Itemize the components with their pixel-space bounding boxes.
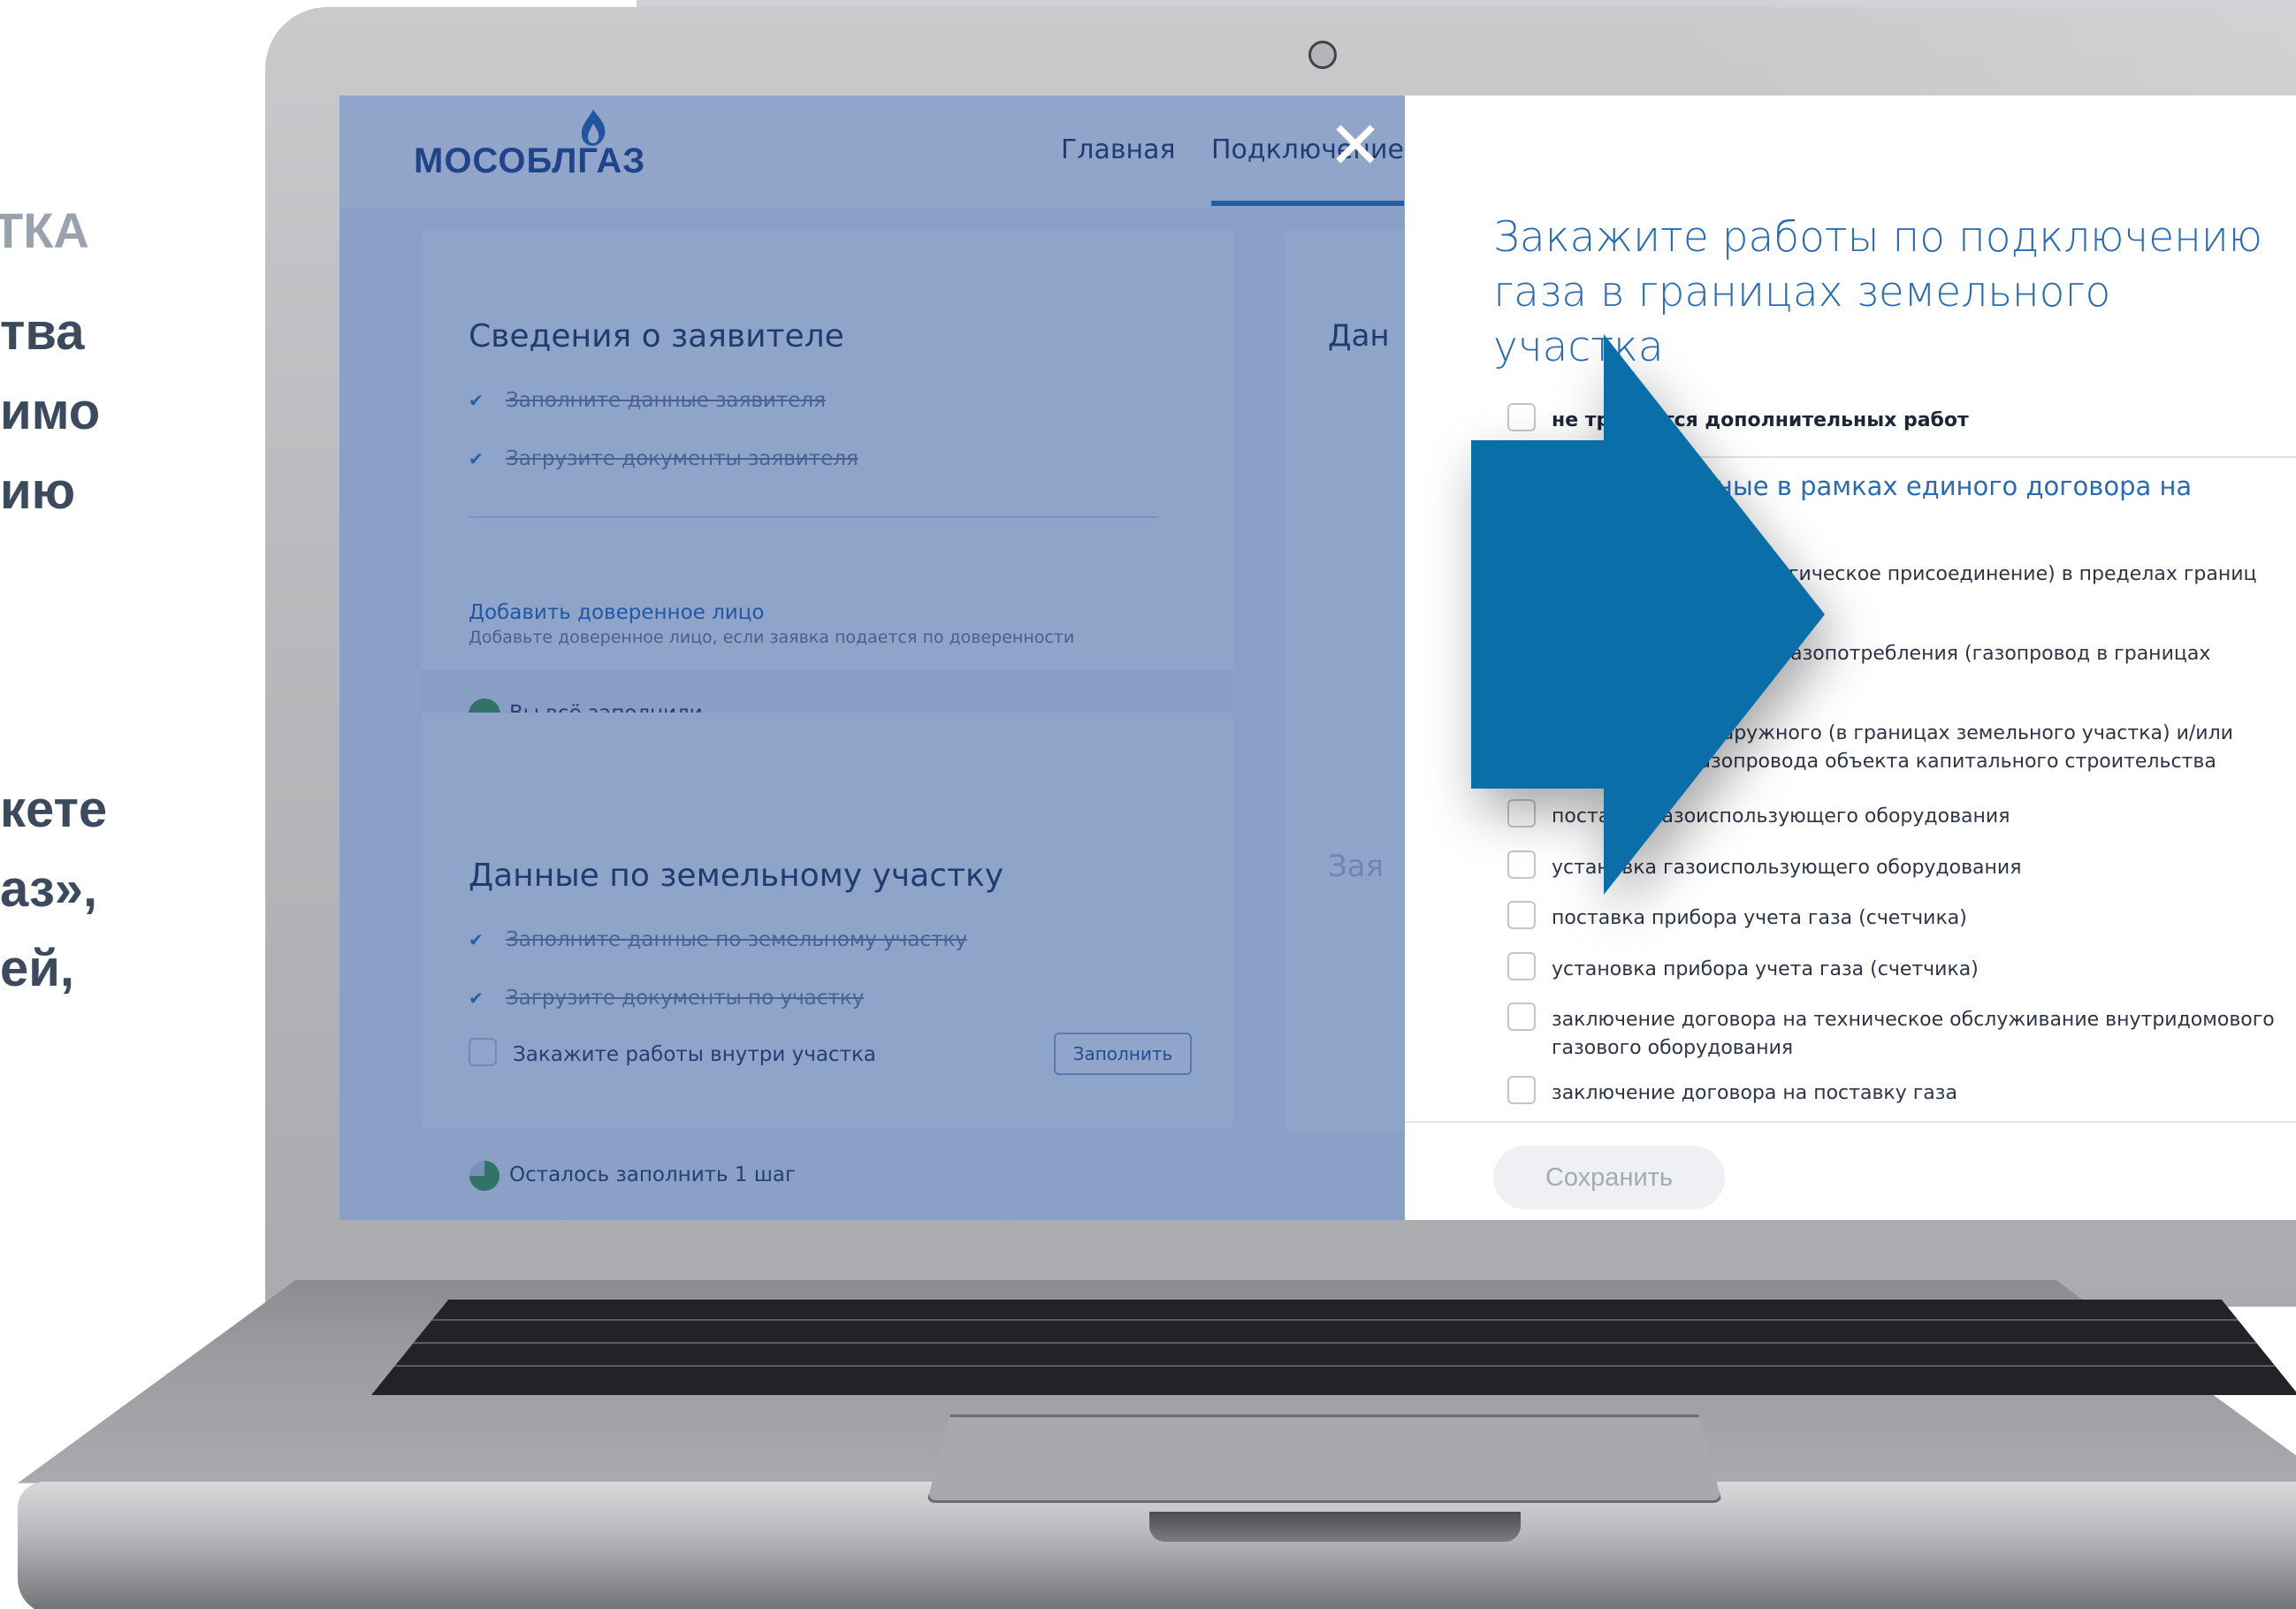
checkbox[interactable] bbox=[1507, 952, 1536, 980]
laptop-trackpad bbox=[927, 1415, 1722, 1503]
slide-stage: ТКА тва имо ию кете аз», ей, МОСОБЛГАЗ Г… bbox=[0, 0, 2296, 1609]
arrow-right-icon bbox=[1471, 334, 1825, 895]
save-button[interactable]: Сохранить bbox=[1493, 1146, 1725, 1209]
option-label: поставка прибора учета газа (счетчика) bbox=[1552, 907, 1967, 929]
checkbox[interactable] bbox=[1507, 1076, 1536, 1104]
slide-text-line: кете bbox=[0, 781, 108, 838]
slide-text-line: ей, bbox=[0, 940, 75, 997]
camera-icon bbox=[1308, 41, 1337, 69]
modal-backdrop[interactable] bbox=[339, 95, 1405, 1220]
slide-text-line: аз», bbox=[0, 860, 98, 918]
divider bbox=[1405, 1121, 2296, 1123]
slide-text-line: имо bbox=[0, 383, 101, 440]
checkbox[interactable] bbox=[1507, 901, 1536, 929]
checkbox[interactable] bbox=[1507, 1003, 1536, 1031]
slide-text-line: ию bbox=[0, 462, 76, 520]
option-label: заключение договора на поставку газа bbox=[1552, 1082, 1957, 1104]
background-app: МОСОБЛГАЗ Главная Подключение Сведения о… bbox=[339, 95, 1405, 1220]
laptop-notch bbox=[1149, 1512, 1521, 1542]
lid-reflection bbox=[1662, 7, 2296, 95]
option-label: заключение договора на техническое обслу… bbox=[1552, 1009, 2275, 1059]
option-label: установка прибора учета газа (счетчика) bbox=[1552, 958, 1979, 980]
laptop-keyboard bbox=[371, 1300, 2296, 1395]
slide-eyebrow: ТКА bbox=[0, 202, 89, 258]
close-icon[interactable]: ✕ bbox=[1323, 113, 1388, 179]
laptop-screen: МОСОБЛГАЗ Главная Подключение Сведения о… bbox=[339, 95, 2296, 1220]
slide-text-line: тва bbox=[0, 303, 85, 361]
